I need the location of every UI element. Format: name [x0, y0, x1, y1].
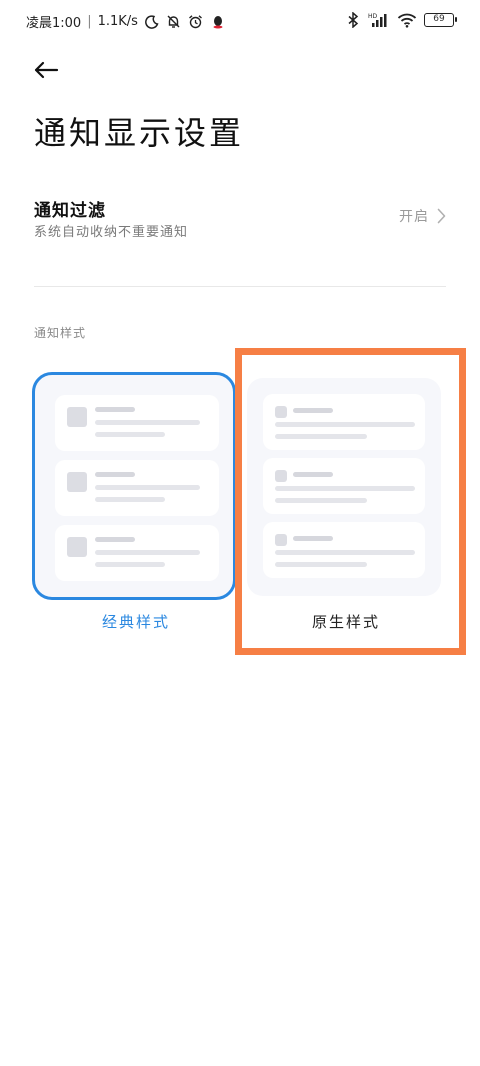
- divider: [34, 286, 446, 287]
- preview-line: [95, 497, 165, 502]
- filter-subtitle: 系统自动收纳不重要通知: [34, 225, 189, 240]
- preview-app-icon: [67, 472, 87, 492]
- page-title: 通知显示设置: [34, 114, 245, 152]
- signal-hd-icon: HD: [368, 12, 390, 28]
- moon-icon: [144, 14, 160, 30]
- preview-notification-item: [55, 525, 219, 581]
- filter-value: 开启: [399, 206, 446, 226]
- status-bar: 凌晨1:00 | 1.1K/s HD 69: [0, 0, 480, 44]
- highlight-box: [235, 348, 466, 655]
- status-right: HD 69: [345, 12, 457, 28]
- chevron-right-icon: [437, 208, 446, 224]
- filter-status-text: 开启: [399, 209, 429, 225]
- wifi-icon: [397, 12, 417, 28]
- notification-filter-row[interactable]: 通知过滤 系统自动收纳不重要通知 开启: [0, 188, 480, 254]
- status-time: 凌晨1:00: [26, 16, 82, 31]
- preview-notification-item: [55, 395, 219, 451]
- network-speed: 1.1K/s: [97, 14, 138, 29]
- svg-text:HD: HD: [368, 13, 378, 20]
- preview-line: [95, 420, 200, 425]
- battery-level: 69: [433, 14, 445, 24]
- classic-style-card[interactable]: [32, 372, 236, 600]
- bluetooth-icon: [345, 12, 361, 28]
- filter-title: 通知过滤: [34, 201, 106, 221]
- preview-app-icon: [67, 407, 87, 427]
- section-label-notification-style: 通知样式: [34, 326, 87, 340]
- classic-style-label[interactable]: 经典样式: [102, 611, 170, 632]
- preview-line: [95, 472, 135, 477]
- preview-line: [95, 407, 135, 412]
- preview-notification-item: [55, 460, 219, 516]
- battery-icon: 69: [424, 13, 457, 27]
- preview-line: [95, 550, 200, 555]
- arrow-left-icon: [34, 61, 59, 79]
- qq-icon: [210, 14, 226, 30]
- back-button[interactable]: [28, 52, 64, 88]
- alarm-icon: [188, 14, 204, 30]
- preview-line: [95, 485, 200, 490]
- preview-line: [95, 562, 165, 567]
- preview-line: [95, 432, 165, 437]
- preview-line: [95, 537, 135, 542]
- bell-off-icon: [166, 14, 182, 30]
- preview-app-icon: [67, 537, 87, 557]
- status-separator: |: [87, 14, 92, 29]
- status-left: 凌晨1:00 | 1.1K/s: [26, 12, 226, 31]
